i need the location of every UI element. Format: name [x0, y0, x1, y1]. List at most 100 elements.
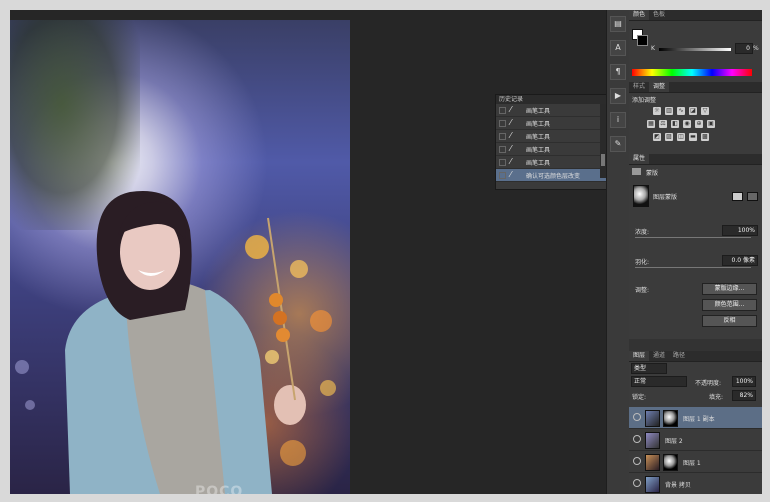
play-action-icon[interactable]: ▶ [610, 88, 626, 104]
layers-panel: 类型 正常 不透明度: 100% 锁定: 填充: 82% 图层 1 副本 图层 2… [629, 362, 762, 494]
tab-styles[interactable]: 样式 [629, 82, 649, 92]
tab-channels[interactable]: 通道 [649, 351, 669, 361]
invert-button[interactable]: 反相 [702, 315, 757, 327]
history-item[interactable]: ⁄ 画笔工具 [496, 104, 606, 117]
hue-saturation-icon[interactable]: ▦ [647, 120, 655, 128]
history-item[interactable]: ⁄ 画笔工具 [496, 143, 606, 156]
vibrance-icon[interactable]: ▽ [701, 107, 709, 115]
tab-color[interactable]: 颜色 [629, 10, 650, 20]
history-snapshot-checkbox[interactable] [499, 172, 506, 179]
feather-field[interactable]: 0.0 像素 [722, 255, 758, 266]
color-spectrum-ramp[interactable] [632, 69, 752, 76]
history-item[interactable]: ⁄ 确认可选颜色层改变 [496, 169, 606, 182]
tab-swatches[interactable]: 色板 [649, 10, 669, 20]
history-icon[interactable]: ▤ [610, 16, 626, 32]
layer-row[interactable]: 图层 2 [629, 429, 762, 451]
history-snapshot-checkbox[interactable] [499, 159, 506, 166]
threshold-icon[interactable]: ◫ [677, 133, 685, 141]
tab-adjustments[interactable]: 调整 [649, 82, 670, 92]
channel-mixer-icon[interactable]: ⊕ [695, 120, 703, 128]
layer-list: 图层 1 副本图层 2 图层 1 背景 拷贝 [629, 407, 762, 494]
brightness-icon[interactable]: ☼ [653, 107, 661, 115]
history-list: ⁄ 画笔工具 ⁄ 画笔工具 ⁄ 画笔工具 ⁄ 画笔工具 ⁄ 画笔工具 ⁄ 确认可选颜色层改变 [496, 104, 606, 182]
levels-icon[interactable]: ▥ [665, 107, 673, 115]
properties-footer [629, 339, 762, 351]
history-item[interactable]: ⁄ 画笔工具 [496, 156, 606, 169]
panel-icon-strip: ▤ A ¶ ▶ i ✎ [606, 10, 629, 494]
history-snapshot-checkbox[interactable] [499, 133, 506, 140]
history-scroll-thumb[interactable] [601, 154, 605, 166]
k-unit: % [753, 45, 759, 52]
tab-paths[interactable]: 路径 [669, 351, 689, 361]
watermark-text: POCO [195, 484, 244, 494]
feather-slider[interactable] [635, 267, 751, 268]
color-panel: K 0 % [629, 21, 762, 81]
history-snapshot-checkbox[interactable] [499, 120, 506, 127]
background-color-swatch[interactable] [637, 35, 648, 46]
document-canvas-area[interactable]: POCO [10, 10, 605, 494]
pixel-mask-icon[interactable] [732, 192, 743, 201]
photo-filter-icon[interactable]: ◉ [683, 120, 691, 128]
feather-label: 羽化: [635, 259, 650, 266]
layer-row[interactable]: 背景 拷贝 [629, 473, 762, 494]
history-item-label: 画笔工具 [526, 108, 551, 115]
color-panel-tabs: 颜色 色板 [629, 10, 762, 21]
k-channel-label: K [651, 45, 655, 52]
mask-thumbnail [633, 185, 649, 207]
history-panel[interactable]: 历史记录 ⁄ 画笔工具 ⁄ 画笔工具 ⁄ 画笔工具 ⁄ 画笔工具 ⁄ 画笔工具 ⁄ 确认可选颜色层改变 [495, 94, 607, 190]
color-lookup-icon[interactable]: ▣ [707, 120, 715, 128]
tab-properties[interactable]: 属性 [629, 154, 650, 164]
gradient-map-icon[interactable]: ▬ [689, 133, 697, 141]
vector-mask-icon[interactable] [747, 192, 758, 201]
tool-presets-icon[interactable]: ✎ [610, 136, 626, 152]
layer-mask-thumbnail[interactable] [663, 454, 678, 471]
opacity-field[interactable]: 100% [732, 376, 756, 387]
brush-tool-icon: ⁄ [510, 118, 512, 127]
visibility-eye-icon[interactable] [633, 479, 641, 487]
visibility-eye-icon[interactable] [633, 457, 641, 465]
brush-preset-icon[interactable]: A [610, 40, 626, 56]
adjustments-title: 添加调整 [632, 97, 657, 104]
layer-mask-thumbnail[interactable] [663, 410, 678, 427]
layer-row[interactable]: 图层 1 [629, 451, 762, 473]
adjustments-panel: 添加调整 ☼ ▥ ∿ ◪ ▽ ▦ ⚖ ◧ ◉ ⊕ ▣ ◩ ▨ ◫ ▬ ▩ [629, 93, 762, 153]
history-snapshot-checkbox[interactable] [499, 107, 506, 114]
info-icon[interactable]: i [610, 112, 626, 128]
layer-mask-label: 图层蒙版 [653, 194, 678, 201]
history-item-label: 画笔工具 [526, 134, 551, 141]
history-snapshot-checkbox[interactable] [499, 146, 506, 153]
visibility-eye-icon[interactable] [633, 435, 641, 443]
blend-mode-select[interactable]: 正常 [631, 376, 687, 387]
visibility-eye-icon[interactable] [633, 413, 641, 421]
layers-panel-tabs: 图层 通道 路径 [629, 351, 762, 362]
mask-edge-button[interactable]: 蒙版边缘... [702, 283, 757, 295]
brush-tool-icon: ⁄ [510, 157, 512, 166]
posterize-icon[interactable]: ▨ [665, 133, 673, 141]
curves-icon[interactable]: ∿ [677, 107, 685, 115]
history-item[interactable]: ⁄ 画笔工具 [496, 117, 606, 130]
fill-field[interactable]: 82% [732, 390, 756, 401]
density-field[interactable]: 100% [722, 225, 758, 236]
layer-name: 图层 2 [665, 438, 683, 445]
layer-name: 图层 1 副本 [683, 416, 715, 423]
paragraph-icon[interactable]: ¶ [610, 64, 626, 80]
color-balance-icon[interactable]: ⚖ [659, 120, 667, 128]
history-item[interactable]: ⁄ 画笔工具 [496, 130, 606, 143]
k-value-field[interactable]: 0 [735, 43, 753, 54]
properties-panel: 蒙版 图层蒙版 浓度: 100% 羽化: 0.0 像素 调整: 蒙版边缘... … [629, 165, 762, 351]
tab-layers[interactable]: 图层 [629, 351, 650, 361]
adjustment-icons-row-2: ▦ ⚖ ◧ ◉ ⊕ ▣ [647, 120, 715, 128]
k-channel-slider[interactable] [659, 48, 731, 51]
density-slider[interactable] [635, 237, 751, 238]
brush-tool-icon: ⁄ [510, 131, 512, 140]
document-photo[interactable]: POCO [10, 20, 350, 494]
invert-icon[interactable]: ◩ [653, 133, 661, 141]
color-range-button[interactable]: 颜色范围... [702, 299, 757, 311]
selective-color-icon[interactable]: ▩ [701, 133, 709, 141]
layer-filter-select[interactable]: 类型 [631, 363, 667, 374]
exposure-icon[interactable]: ◪ [689, 107, 697, 115]
layer-row[interactable]: 图层 1 副本 [629, 407, 762, 429]
black-white-icon[interactable]: ◧ [671, 120, 679, 128]
brush-tool-icon: ⁄ [510, 144, 512, 153]
layer-name: 图层 1 [683, 460, 701, 467]
